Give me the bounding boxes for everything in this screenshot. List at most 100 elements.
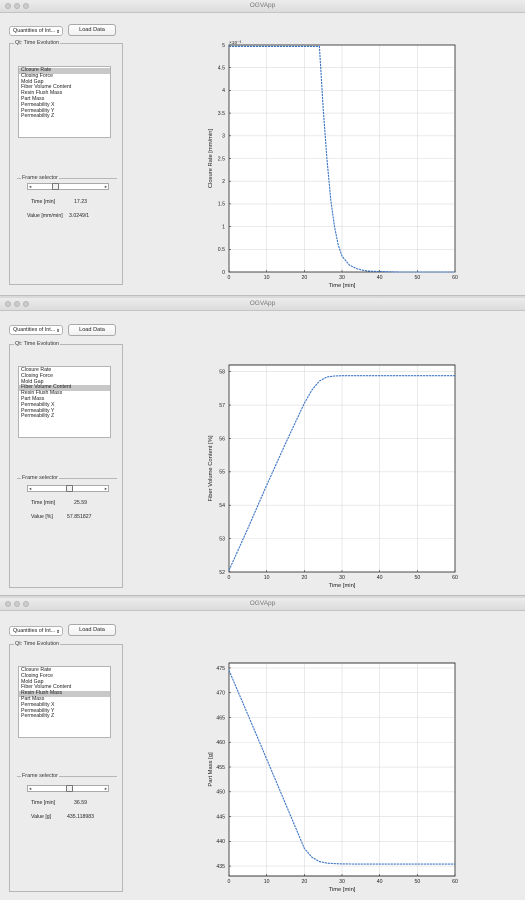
dropdown-arrows-icon: ⬍ [56, 29, 60, 34]
slider-left-arrow-icon[interactable]: ◂ [29, 486, 31, 491]
dropdown-arrows-icon: ⬍ [56, 328, 60, 333]
x-tick-label: 20 [301, 275, 307, 281]
x-tick-label: 0 [228, 275, 231, 281]
y-tick-label: 445 [216, 814, 225, 820]
app-window: OGVApp Quantities of Int... ⬍ Load Data Q… [0, 0, 525, 296]
x-tick-label: 30 [339, 575, 345, 581]
x-axis-label: Time [min] [329, 887, 356, 893]
slider-right-arrow-icon[interactable]: ▸ [105, 786, 107, 791]
x-tick-label: 0 [228, 575, 231, 581]
y-axis-label: Closure Rate [mm/min] [208, 128, 214, 188]
app-window: OGVApp Quantities of Int... ⬍ Load Data Q… [0, 598, 525, 900]
y-tick-label: 57 [219, 403, 225, 409]
time-value: 25.59 [74, 500, 87, 506]
x-tick-label: 60 [452, 275, 458, 281]
slider-right-arrow-icon[interactable]: ▸ [105, 184, 107, 189]
x-tick-label: 10 [264, 575, 270, 581]
list-item[interactable]: Permeability Z [19, 414, 110, 420]
quantities-dropdown[interactable]: Quantities of Int... ⬍ [9, 626, 63, 636]
slider-thumb[interactable] [66, 485, 73, 492]
value-value: 57.851827 [67, 514, 92, 520]
frame-selector-title: Frame selector [21, 175, 59, 182]
window-title: OGVApp [249, 300, 276, 307]
part-mass-chart: 0 10 20 30 40 50 60 435 440 445 450 455 460 465 470 475… [208, 662, 458, 893]
x-tick-label: 60 [452, 575, 458, 581]
x-tick-label: 10 [264, 879, 270, 885]
frame-slider[interactable]: ◂ ▸ [27, 485, 109, 492]
x-tick-label: 50 [414, 879, 420, 885]
quantities-dropdown[interactable]: Quantities of Int... ⬍ [9, 325, 63, 335]
frame-slider[interactable]: ◂ ▸ [27, 183, 109, 190]
y-tick-label: 465 [216, 715, 225, 721]
slider-thumb[interactable] [66, 785, 73, 792]
y-tick-label: 3 [222, 134, 225, 140]
fiber-volume-chart: 0 10 20 30 40 50 60 52 53 54 55 56 57 58 Time [min] Fib… [208, 364, 458, 589]
y-tick-label: 3.5 [218, 111, 225, 117]
y-tick-label: 475 [216, 666, 225, 672]
x-tick-label: 20 [301, 575, 307, 581]
y-tick-label: 53 [219, 536, 225, 542]
x-tick-label: 10 [264, 275, 270, 281]
frame-selector-title: Frame selector [21, 773, 59, 780]
y-tick-label: 455 [216, 765, 225, 771]
y-tick-label: 56 [219, 436, 225, 442]
y-tick-label: 4 [222, 88, 225, 94]
y-tick-label: 58 [219, 369, 225, 375]
x-axis-label: Time [min] [329, 283, 356, 289]
x-tick-label: 60 [452, 879, 458, 885]
list-item[interactable]: Permeability Z [19, 114, 110, 120]
list-item[interactable]: Permeability Z [19, 714, 110, 720]
quantity-listbox[interactable]: Closure Rate Closing Force Mold Gap Fibe… [18, 66, 111, 138]
window-title: OGVApp [249, 2, 276, 9]
y-tick-label: 55 [219, 470, 225, 476]
y-tick-label: 460 [216, 740, 225, 746]
load-data-button[interactable]: Load Data [68, 324, 116, 336]
y-tick-label: 5 [222, 43, 225, 49]
value-label: Value [mm/min] [27, 213, 63, 219]
x-tick-label: 40 [377, 275, 383, 281]
title-bar: OGVApp [0, 598, 525, 611]
y-exponent-label: ×10⁻³ [229, 40, 242, 46]
y-tick-label: 4.5 [218, 66, 225, 72]
slider-left-arrow-icon[interactable]: ◂ [29, 184, 31, 189]
y-tick-label: 1 [222, 224, 225, 230]
quantity-listbox[interactable]: Closure Rate Closing Force Mold Gap Fibe… [18, 366, 111, 438]
dropdown-arrows-icon: ⬍ [56, 629, 60, 634]
slider-right-arrow-icon[interactable]: ▸ [105, 486, 107, 491]
window-title: OGVApp [249, 600, 276, 607]
y-tick-label: 1.5 [218, 202, 225, 208]
time-label: Time [min] [31, 800, 56, 806]
slider-left-arrow-icon[interactable]: ◂ [29, 786, 31, 791]
x-tick-label: 20 [301, 879, 307, 885]
quantity-listbox[interactable]: Closure Rate Closing Force Mold Gap Fibe… [18, 666, 111, 738]
frame-slider[interactable]: ◂ ▸ [27, 785, 109, 792]
y-tick-label: 52 [219, 570, 225, 576]
x-tick-label: 40 [377, 575, 383, 581]
quantities-dropdown[interactable]: Quantities of Int... ⬍ [9, 26, 63, 36]
x-axis-label: Time [min] [329, 583, 356, 589]
y-tick-label: 450 [216, 790, 225, 796]
x-tick-label: 40 [377, 879, 383, 885]
quantities-dropdown-label: Quantities of Int... [13, 327, 56, 333]
value-label: Value [g] [31, 814, 52, 820]
quantities-dropdown-label: Quantities of Int... [13, 28, 56, 34]
time-label: Time [min] [31, 199, 56, 205]
y-tick-label: 2 [222, 179, 225, 185]
y-tick-label: 2.5 [218, 156, 225, 162]
load-data-button[interactable]: Load Data [68, 624, 116, 636]
y-tick-label: 440 [216, 839, 225, 845]
x-tick-label: 30 [339, 879, 345, 885]
y-tick-label: 0 [222, 270, 225, 276]
quantities-dropdown-label: Quantities of Int... [13, 628, 56, 634]
y-tick-label: 470 [216, 691, 225, 697]
y-axis-label: Part Mass [g] [208, 752, 214, 787]
panel-title: Qt: Time Evolution [14, 341, 61, 348]
load-data-button[interactable]: Load Data [68, 24, 116, 36]
app-window: OGVApp Quantities of Int... ⬍ Load Data Q… [0, 298, 525, 596]
closure-rate-chart: 0 10 20 30 40 50 60 0 0.5 1 1.5 2 2.5 3 3.5 4 4.5 5 Time [… [208, 40, 458, 289]
y-axis-label: Fiber Volume Content [%] [208, 435, 214, 501]
title-bar: OGVApp [0, 0, 525, 13]
value-value: 435.118983 [67, 814, 95, 820]
x-tick-label: 30 [339, 275, 345, 281]
slider-thumb[interactable] [52, 183, 59, 190]
